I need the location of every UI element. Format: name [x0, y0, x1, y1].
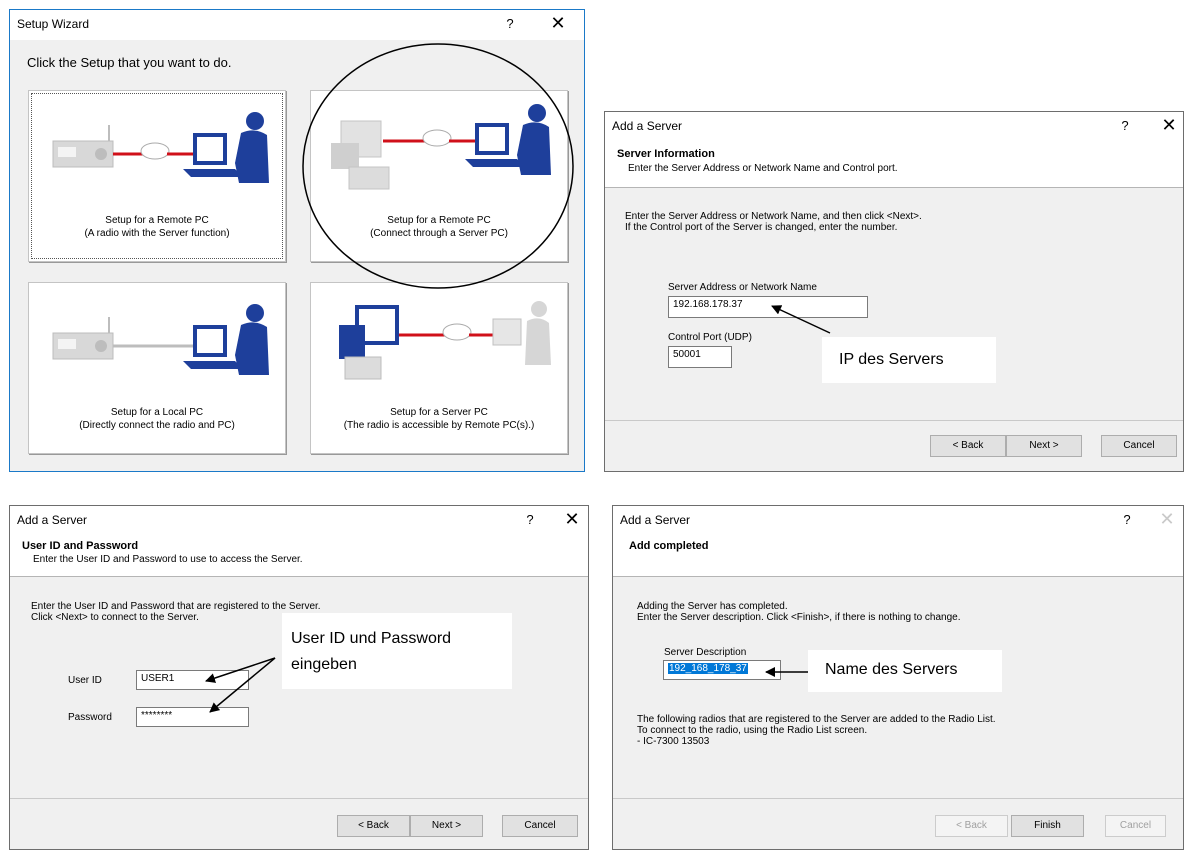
back-button: < Back — [935, 815, 1008, 837]
server-description-input[interactable]: 192_168_178_37 — [663, 660, 781, 680]
window-title: Add a Server — [612, 119, 683, 133]
credentials-callout: User ID und Password eingeben — [282, 613, 512, 689]
wizard-prompt: Click the Setup that you want to do. — [27, 55, 232, 70]
title-bar: Setup Wizard ? ✕ — [10, 10, 584, 40]
cancel-button[interactable]: Cancel — [502, 815, 578, 837]
dialog-header: Server Information Enter the Server Addr… — [605, 142, 1183, 188]
option-1-label: Setup for a Remote PC — [105, 215, 209, 226]
dialog-footer: < Back Finish Cancel — [613, 798, 1183, 849]
cancel-button: Cancel — [1105, 815, 1166, 837]
userid-label: User ID — [68, 675, 102, 686]
instruction-line-1: Adding the Server has completed. — [637, 601, 788, 612]
close-button[interactable]: ✕ — [548, 13, 568, 34]
help-button[interactable]: ? — [1117, 118, 1133, 133]
cancel-button[interactable]: Cancel — [1101, 435, 1177, 457]
back-button[interactable]: < Back — [337, 815, 410, 837]
password-label: Password — [68, 712, 112, 723]
server-description-selection: 192_168_178_37 — [668, 663, 748, 674]
credentials-dialog: Add a Server ? ✕ User ID and Password En… — [9, 505, 589, 850]
option-3-sublabel: (Directly connect the radio and PC) — [79, 420, 235, 431]
control-port-label: Control Port (UDP) — [668, 332, 752, 343]
header-subtitle: Enter the Server Address or Network Name… — [628, 163, 898, 174]
option-remote-pc-radio-server[interactable]: Setup for a Remote PC (A radio with the … — [28, 90, 286, 262]
add-completed-dialog: Add a Server ? ✕ Add completed Adding th… — [612, 505, 1184, 850]
header-subtitle: Enter the User ID and Password to use to… — [33, 554, 303, 565]
server-name-callout: Name des Servers — [808, 650, 1002, 692]
window-title: Setup Wizard — [17, 17, 90, 31]
note-line-1: The following radios that are registered… — [637, 714, 996, 725]
password-input[interactable]: ******** — [136, 707, 249, 727]
dialog-header: Add completed — [613, 536, 1183, 577]
setup-wizard-dialog: Setup Wizard ? ✕ Click the Setup that yo… — [9, 9, 585, 472]
header-title: Server Information — [617, 148, 715, 160]
dialog-footer: < Back Next > Cancel — [605, 420, 1183, 471]
dialog-body: Enter the Server Address or Network Name… — [605, 188, 1183, 421]
option-1-sublabel: (A radio with the Server function) — [84, 228, 230, 239]
next-button[interactable]: Next > — [1006, 435, 1082, 457]
option-2-sublabel: (Connect through a Server PC) — [370, 228, 508, 239]
next-button[interactable]: Next > — [410, 815, 483, 837]
dialog-header: User ID and Password Enter the User ID a… — [10, 536, 588, 577]
ip-callout: IP des Servers — [822, 337, 996, 383]
userid-input[interactable]: USER1 — [136, 670, 249, 690]
remote-pc-server-pc-illustration — [331, 104, 551, 190]
finish-button[interactable]: Finish — [1011, 815, 1084, 837]
note-radio-entry: - IC-7300 13503 — [637, 736, 710, 747]
help-button[interactable]: ? — [502, 16, 518, 31]
control-port-input[interactable]: 50001 — [668, 346, 732, 368]
server-information-dialog: Add a Server ? ✕ Server Information Ente… — [604, 111, 1184, 472]
server-address-input[interactable]: 192.168.178.37 — [668, 296, 868, 318]
close-button: ✕ — [1159, 509, 1175, 530]
callout-line-1: User ID und Password — [291, 630, 452, 647]
server-pc-illustration — [339, 301, 551, 380]
server-description-label: Server Description — [664, 647, 747, 658]
help-button[interactable]: ? — [522, 512, 538, 527]
title-bar: Add a Server ? ✕ — [613, 506, 1183, 536]
option-3-label: Setup for a Local PC — [110, 407, 204, 418]
remote-pc-radio-illustration — [52, 112, 269, 183]
title-bar: Add a Server ? ✕ — [605, 112, 1183, 142]
window-title: Add a Server — [17, 513, 88, 527]
back-button[interactable]: < Back — [930, 435, 1006, 457]
local-pc-illustration — [52, 304, 269, 375]
instruction-line-2: If the Control port of the Server is cha… — [625, 222, 898, 233]
help-button[interactable]: ? — [1119, 512, 1135, 527]
option-2-label: Setup for a Remote PC — [387, 215, 491, 226]
callout-line-2: eingeben — [291, 656, 357, 673]
instruction-line-1: Enter the User ID and Password that are … — [31, 601, 321, 612]
close-button[interactable]: ✕ — [1159, 115, 1179, 136]
note-line-2: To connect to the radio, using the Radio… — [637, 725, 868, 736]
option-remote-pc-server-pc[interactable]: Setup for a Remote PC (Connect through a… — [310, 90, 568, 262]
window-title: Add a Server — [620, 513, 691, 527]
instruction-line-2: Click <Next> to connect to the Server. — [31, 612, 199, 623]
dialog-footer: < Back Next > Cancel — [10, 798, 588, 849]
header-title: User ID and Password — [22, 540, 139, 552]
wizard-body: Click the Setup that you want to do. Set… — [10, 40, 584, 471]
header-title: Add completed — [629, 540, 709, 552]
option-4-sublabel: (The radio is accessible by Remote PC(s)… — [343, 420, 535, 431]
option-server-pc[interactable]: Setup for a Server PC (The radio is acce… — [310, 282, 568, 454]
option-local-pc[interactable]: Setup for a Local PC (Directly connect t… — [28, 282, 286, 454]
instruction-line-1: Enter the Server Address or Network Name… — [625, 211, 922, 222]
close-button[interactable]: ✕ — [562, 509, 582, 530]
instruction-line-2: Enter the Server description. Click <Fin… — [637, 612, 961, 623]
title-bar: Add a Server ? ✕ — [10, 506, 588, 536]
option-4-label: Setup for a Server PC — [390, 407, 488, 418]
server-address-label: Server Address or Network Name — [668, 282, 817, 293]
